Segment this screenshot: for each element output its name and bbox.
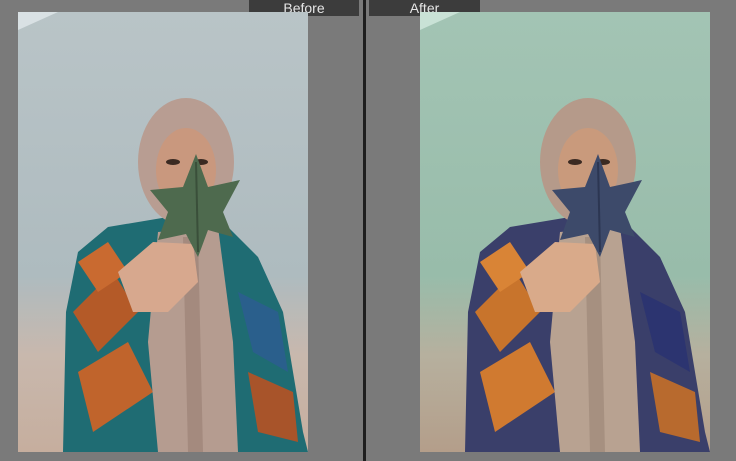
before-photo — [18, 12, 308, 452]
after-photo — [420, 12, 710, 452]
before-pane: Before — [0, 0, 363, 461]
woman-photo-before-icon — [18, 12, 308, 452]
after-pane: After — [366, 0, 736, 461]
woman-photo-after-icon — [420, 12, 710, 452]
